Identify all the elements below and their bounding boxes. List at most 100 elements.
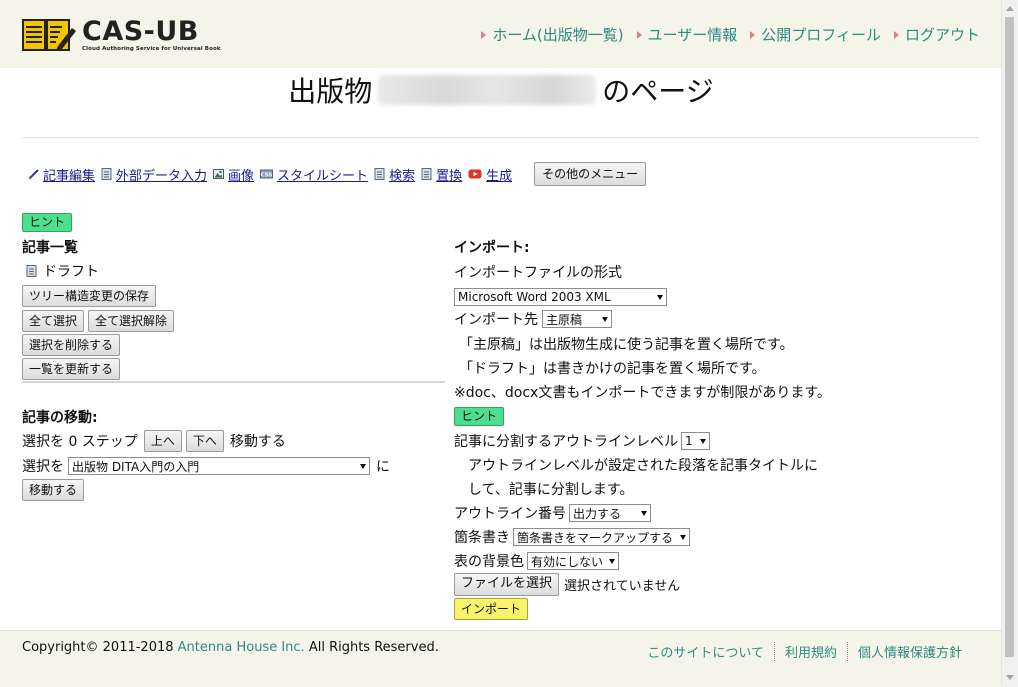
chevron-down-icon: [700, 438, 706, 444]
css-icon: CSS: [260, 169, 274, 179]
site-footer: Copyright© 2011-2018 Antenna House Inc. …: [0, 630, 1002, 687]
hint-button-right[interactable]: ヒント: [454, 407, 505, 426]
tool-edit-articles[interactable]: 記事編集: [28, 165, 95, 184]
move-heading: 記事の移動:: [22, 410, 98, 426]
page: CAS-UB Cloud Authoring Service for Unive…: [0, 0, 1002, 687]
tool-edit-articles-link[interactable]: 記事編集: [43, 165, 95, 184]
tool-external-data[interactable]: 外部データ入力: [101, 165, 207, 184]
tool-generate[interactable]: 生成: [468, 165, 512, 184]
company-link[interactable]: Antenna House Inc.: [178, 640, 305, 655]
delete-selection-button[interactable]: 選択を削除する: [22, 334, 121, 356]
footer-about-link[interactable]: このサイトについて: [637, 642, 774, 661]
table-bg-row: 表の背景色 有効にしない: [454, 551, 619, 571]
scroll-thumb[interactable]: [1005, 17, 1014, 657]
chevron-down-icon: [602, 316, 608, 322]
tool-stylesheet-link[interactable]: スタイルシート: [277, 165, 368, 184]
choose-file-button[interactable]: ファイルを選択: [454, 573, 560, 596]
file-status: 選択されていません: [564, 579, 681, 594]
nav-user-info[interactable]: ユーザー情報: [636, 24, 737, 45]
site-header: CAS-UB Cloud Authoring Service for Unive…: [0, 0, 1002, 68]
move-to-suffix: に: [376, 459, 390, 475]
move-to-prefix: 選択を: [22, 459, 64, 475]
import-dest-select[interactable]: 主原稿: [542, 310, 612, 328]
tool-replace[interactable]: 置換: [421, 165, 462, 184]
import-button[interactable]: インポート: [454, 598, 529, 620]
triangle-right-icon: [750, 30, 756, 39]
toolbar: 記事編集 外部データ入力 画像 CSS スタイルシート 検索 置換 生成 その他…: [28, 162, 647, 186]
scroll-up-arrow-icon[interactable]: [1006, 6, 1014, 11]
refresh-list-button[interactable]: 一覧を更新する: [22, 358, 121, 380]
page-title-prefix: 出版物: [288, 75, 373, 108]
tool-generate-link[interactable]: 生成: [486, 165, 512, 184]
draft-label: ドラフト: [43, 264, 99, 280]
bullets-label: 箇条書き: [454, 530, 510, 546]
tool-stylesheet[interactable]: CSS スタイルシート: [260, 165, 368, 184]
tool-search-link[interactable]: 検索: [389, 165, 415, 184]
divider: [22, 137, 979, 138]
logo-name: CAS-UB: [82, 16, 199, 47]
tool-external-data-link[interactable]: 外部データ入力: [116, 165, 207, 184]
outline-note-1: アウトラインレベルが設定された段落を記事タイトルに: [468, 458, 818, 474]
footer-terms-link[interactable]: 利用規約: [773, 642, 847, 661]
move-steps-text: 選択を 0 ステップ: [22, 434, 138, 450]
page-title-suffix: のページ: [602, 75, 714, 108]
document-icon: [26, 265, 37, 277]
outline-number-row: アウトライン番号 出力する: [454, 503, 651, 523]
chevron-down-icon: [609, 558, 616, 564]
outline-number-select[interactable]: 出力する: [569, 504, 651, 522]
nav-public-profile[interactable]: 公開プロフィール: [750, 24, 881, 45]
triangle-right-icon: [893, 30, 899, 39]
document-icon: [101, 168, 112, 180]
move-target-row: 選択を 出版物 DITA入門の入門 に: [22, 456, 390, 476]
tool-images-link[interactable]: 画像: [228, 165, 254, 184]
select-all-button[interactable]: 全て選択: [22, 310, 85, 332]
move-suffix: 移動する: [229, 434, 286, 450]
outline-level-select[interactable]: 1: [681, 432, 710, 450]
footer-privacy-link[interactable]: 個人情報保護方針: [846, 642, 972, 661]
save-tree-button[interactable]: ツリー構造変更の保存: [22, 285, 157, 307]
move-button[interactable]: 移動する: [22, 479, 85, 501]
document-icon: [374, 168, 385, 180]
dest-note-draft: 「ドラフト」は書きかけの記事を置く場所です。: [459, 361, 766, 377]
nav-logout[interactable]: ログアウト: [893, 24, 980, 45]
format-label: インポートファイルの形式: [454, 265, 622, 281]
table-bg-label: 表の背景色: [454, 554, 524, 570]
other-menu-button[interactable]: その他のメニュー: [534, 162, 647, 186]
tool-images[interactable]: 画像: [213, 165, 254, 184]
vertical-scrollbar[interactable]: [1001, 0, 1018, 686]
import-format-select[interactable]: Microsoft Word 2003 XML: [454, 288, 667, 306]
move-up-button[interactable]: 上へ: [143, 430, 182, 452]
footer-links: このサイトについて 利用規約 個人情報保護方針: [637, 642, 972, 661]
table-bg-select[interactable]: 有効にしない: [527, 552, 619, 570]
bullets-row: 箇条書き 箇条書きをマークアップする: [454, 527, 690, 547]
article-list-heading: 記事一覧: [22, 240, 78, 256]
hint-button-left[interactable]: ヒント: [22, 213, 73, 232]
draft-folder[interactable]: ドラフト: [22, 261, 99, 281]
logo-subtitle: Cloud Authoring Service for Universal Bo…: [82, 46, 221, 52]
image-icon: [213, 169, 225, 179]
book-pen-icon: [22, 18, 76, 52]
pencil-icon: [28, 169, 39, 180]
blurred-publication-name: [378, 75, 597, 105]
tool-search[interactable]: 検索: [374, 165, 415, 184]
move-down-button[interactable]: 下へ: [185, 430, 224, 452]
document-icon: [421, 168, 432, 180]
move-target-select[interactable]: 出版物 DITA入門の入門: [68, 457, 370, 475]
panel-divider: [22, 381, 445, 383]
import-dest-row: インポート先 主原稿: [454, 309, 612, 329]
cas-ub-logo[interactable]: CAS-UB Cloud Authoring Service for Unive…: [22, 18, 221, 52]
scroll-down-arrow-icon[interactable]: [1006, 675, 1014, 680]
import-dest-label: インポート先: [454, 312, 538, 328]
top-nav: ホーム(出版物一覧) ユーザー情報 公開プロフィール ログアウト: [481, 24, 980, 45]
page-title: 出版物 のページ: [0, 72, 1002, 112]
nav-home[interactable]: ホーム(出版物一覧): [481, 24, 624, 45]
chevron-down-icon: [360, 463, 366, 469]
tool-replace-link[interactable]: 置換: [436, 165, 462, 184]
play-icon: [468, 169, 482, 179]
move-steps-row: 選択を 0 ステップ 上へ 下へ 移動する: [22, 430, 286, 452]
doc-note: ※doc、docx文書もインポートできますが制限があります。: [454, 385, 831, 401]
bullets-select[interactable]: 箇条書きをマークアップする: [513, 528, 690, 546]
deselect-all-button[interactable]: 全て選択解除: [88, 310, 175, 332]
chevron-down-icon: [680, 534, 686, 540]
outline-note-2: して、記事に分割します。: [468, 482, 634, 498]
